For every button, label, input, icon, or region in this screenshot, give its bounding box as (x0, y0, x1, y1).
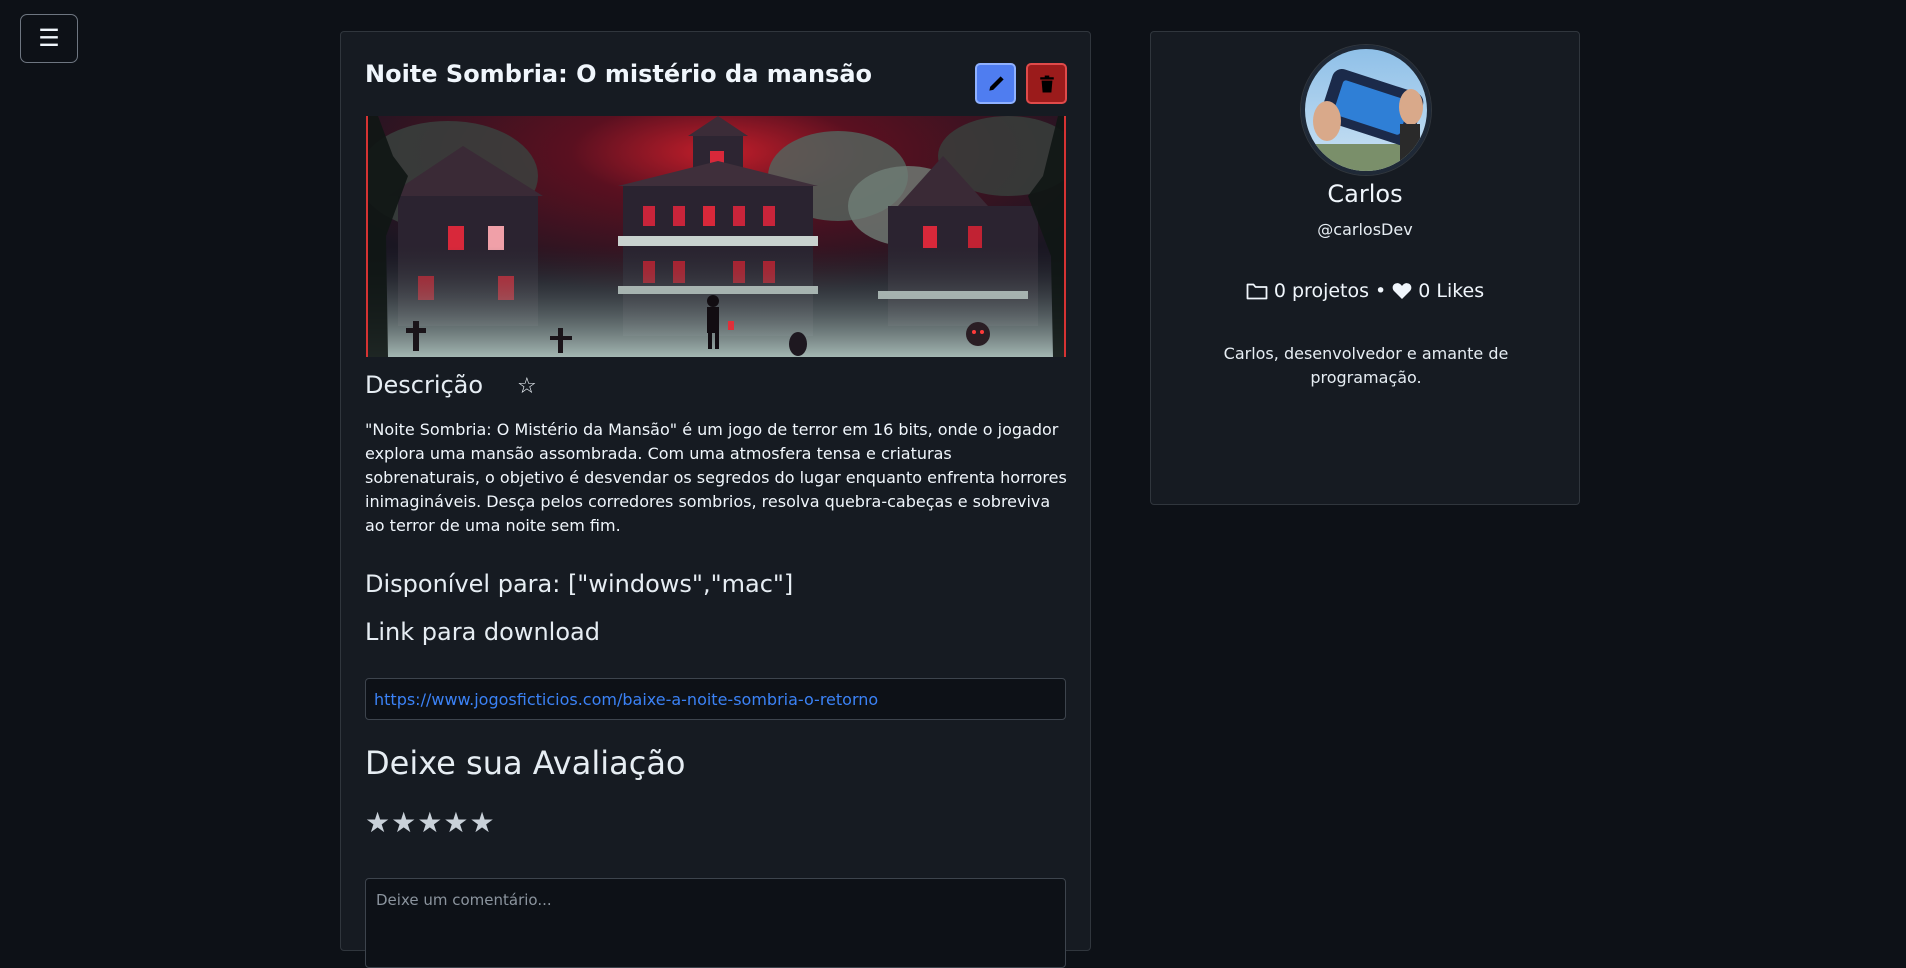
heart-icon (1392, 283, 1412, 299)
project-cover-image (366, 116, 1066, 357)
stats-separator: • (1375, 280, 1387, 302)
profile-stats: 0 projetos • 0 Likes (1151, 280, 1579, 302)
rating-star-icon[interactable]: ★ (391, 809, 416, 837)
download-link-box: https://www.jogosficticios.com/baixe-a-n… (365, 678, 1066, 720)
menu-button[interactable]: ☰ (20, 14, 78, 63)
folder-icon (1246, 283, 1268, 300)
profile-name: Carlos (1327, 180, 1403, 208)
hamburger-icon: ☰ (38, 24, 60, 52)
likes-count: 0 Likes (1418, 280, 1485, 302)
description-heading: Descrição (365, 371, 484, 399)
project-title: Noite Sombria: O mistério da mansão (365, 60, 872, 88)
download-link[interactable]: https://www.jogosficticios.com/baixe-a-n… (374, 690, 878, 709)
favorite-star-icon[interactable]: ☆ (517, 376, 537, 398)
profile-bio: Carlos, desenvolvedor e amante de progra… (1223, 344, 1509, 387)
rating-stars: ★ ★ ★ ★ ★ (365, 809, 495, 837)
rating-star-icon[interactable]: ★ (365, 809, 390, 837)
rating-star-icon[interactable]: ★ (417, 809, 442, 837)
profile-handle: @carlosDev (1317, 220, 1413, 239)
comment-input[interactable] (365, 878, 1066, 968)
pencil-icon (988, 75, 1004, 91)
project-description: "Noite Sombria: O Mistério da Mansão" é … (365, 420, 1067, 535)
edit-button[interactable] (975, 63, 1016, 104)
platforms-label: Disponível para: ["windows","mac"] (365, 570, 794, 598)
projects-count: 0 projetos (1273, 280, 1370, 302)
rating-star-icon[interactable]: ★ (443, 809, 468, 837)
avatar[interactable] (1301, 45, 1431, 175)
delete-button[interactable] (1026, 63, 1067, 104)
profile-card: Carlos @carlosDev 0 projetos • 0 Likes C… (1150, 31, 1580, 505)
download-heading: Link para download (365, 618, 600, 646)
rating-star-icon[interactable]: ★ (469, 809, 494, 837)
project-card: Noite Sombria: O mistério da mansão Desc… (340, 31, 1091, 968)
review-heading: Deixe sua Avaliação (365, 744, 686, 782)
trash-icon (1039, 75, 1054, 92)
